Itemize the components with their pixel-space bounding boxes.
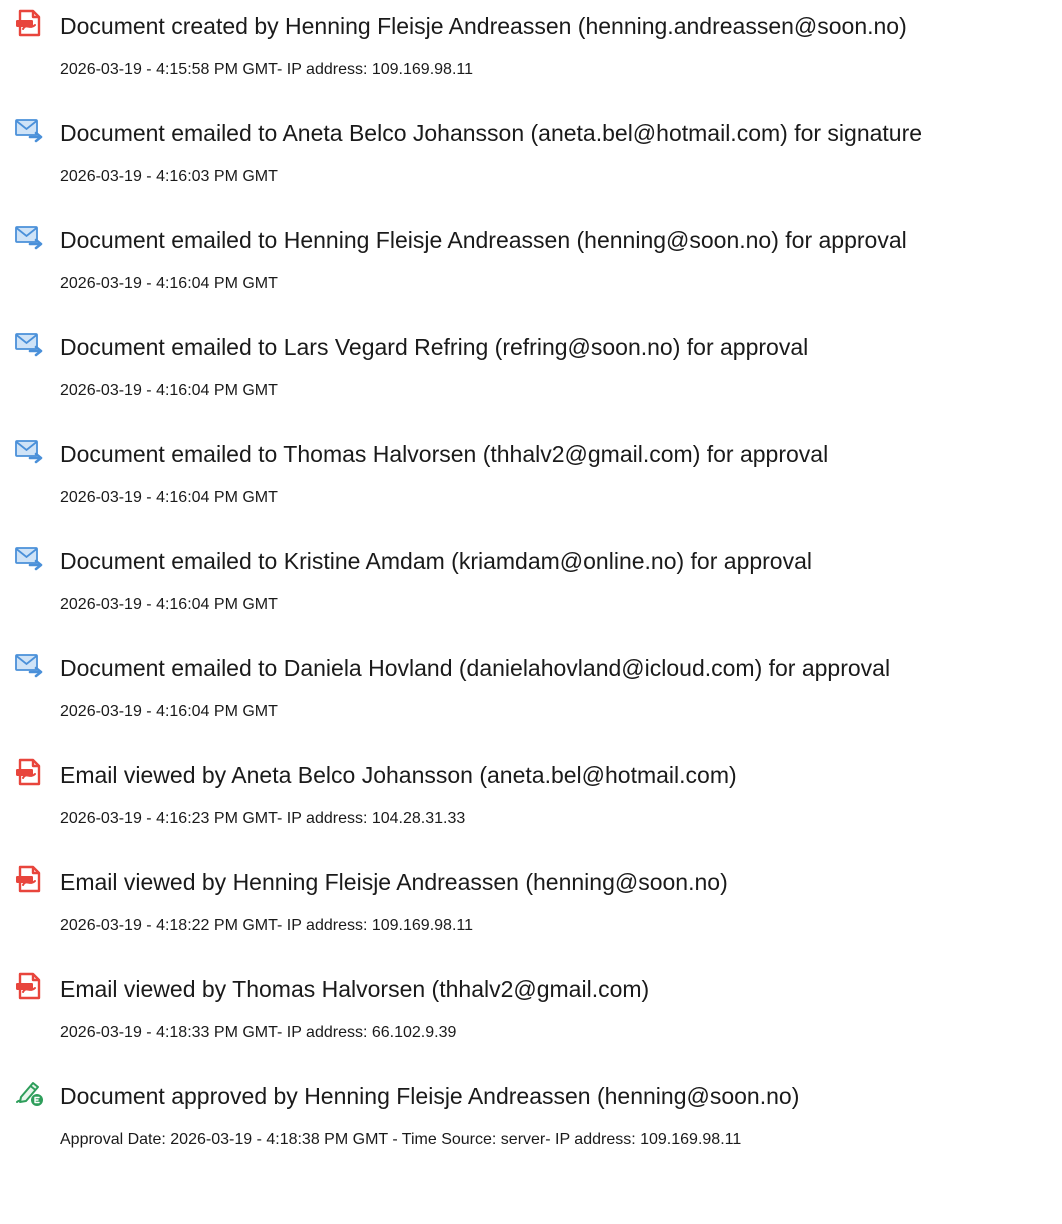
audit-event: Document emailed to Thomas Halvorsen (th… xyxy=(14,432,1058,539)
event-timestamp: 2026-03-19 - 4:16:04 PM GMT xyxy=(60,596,278,613)
email-sent-icon xyxy=(14,329,44,359)
event-title: Document emailed to Daniela Hovland (dan… xyxy=(60,655,891,681)
audit-event: Document emailed to Aneta Belco Johansso… xyxy=(14,111,1058,218)
event-title: Document created by Henning Fleisje Andr… xyxy=(60,13,907,39)
document-viewed-icon xyxy=(14,864,44,894)
event-timestamp: 2026-03-19 - 4:18:33 PM GMT- IP address:… xyxy=(60,1024,457,1041)
event-title: Email viewed by Aneta Belco Johansson (a… xyxy=(60,762,737,788)
event-timestamp: 2026-03-19 - 4:15:58 PM GMT- IP address:… xyxy=(60,61,473,78)
email-sent-icon xyxy=(14,436,44,466)
email-sent-icon xyxy=(14,543,44,573)
event-timestamp: 2026-03-19 - 4:16:03 PM GMT xyxy=(60,168,278,185)
event-timestamp: 2026-03-19 - 4:16:04 PM GMT xyxy=(60,382,278,399)
email-sent-icon xyxy=(14,222,44,252)
event-timestamp: 2026-03-19 - 4:16:23 PM GMT- IP address:… xyxy=(60,810,466,827)
event-title: Document emailed to Lars Vegard Refring … xyxy=(60,334,809,360)
event-title: Document emailed to Thomas Halvorsen (th… xyxy=(60,441,829,467)
audit-event: Document emailed to Henning Fleisje Andr… xyxy=(14,218,1058,325)
event-timestamp: 2026-03-19 - 4:16:04 PM GMT xyxy=(60,703,278,720)
audit-event: Document emailed to Daniela Hovland (dan… xyxy=(14,646,1058,753)
event-timestamp: 2026-03-19 - 4:16:04 PM GMT xyxy=(60,275,278,292)
event-title: Email viewed by Thomas Halvorsen (thhalv… xyxy=(60,976,650,1002)
audit-trail-log: Document created by Henning Fleisje Andr… xyxy=(14,4,1058,1181)
approval-pen-icon xyxy=(14,1078,44,1108)
audit-event: Document approved by Henning Fleisje And… xyxy=(14,1074,1058,1181)
email-sent-icon xyxy=(14,650,44,680)
email-sent-icon xyxy=(14,115,44,145)
audit-event: Email viewed by Aneta Belco Johansson (a… xyxy=(14,753,1058,860)
document-created-icon xyxy=(14,8,44,38)
audit-event: Document created by Henning Fleisje Andr… xyxy=(14,4,1058,111)
audit-event: Email viewed by Henning Fleisje Andreass… xyxy=(14,860,1058,967)
audit-event: Document emailed to Lars Vegard Refring … xyxy=(14,325,1058,432)
audit-event: Document emailed to Kristine Amdam (kria… xyxy=(14,539,1058,646)
audit-event: Email viewed by Thomas Halvorsen (thhalv… xyxy=(14,967,1058,1074)
event-title: Document emailed to Henning Fleisje Andr… xyxy=(60,227,907,253)
event-title: Document emailed to Aneta Belco Johansso… xyxy=(60,120,923,146)
event-title: Document emailed to Kristine Amdam (kria… xyxy=(60,548,813,574)
event-title: Document approved by Henning Fleisje And… xyxy=(60,1083,800,1109)
document-viewed-icon xyxy=(14,971,44,1001)
event-timestamp: 2026-03-19 - 4:16:04 PM GMT xyxy=(60,489,278,506)
event-timestamp: 2026-03-19 - 4:18:22 PM GMT- IP address:… xyxy=(60,917,473,934)
event-timestamp: Approval Date: 2026-03-19 - 4:18:38 PM G… xyxy=(60,1131,742,1148)
document-viewed-icon xyxy=(14,757,44,787)
event-title: Email viewed by Henning Fleisje Andreass… xyxy=(60,869,728,895)
